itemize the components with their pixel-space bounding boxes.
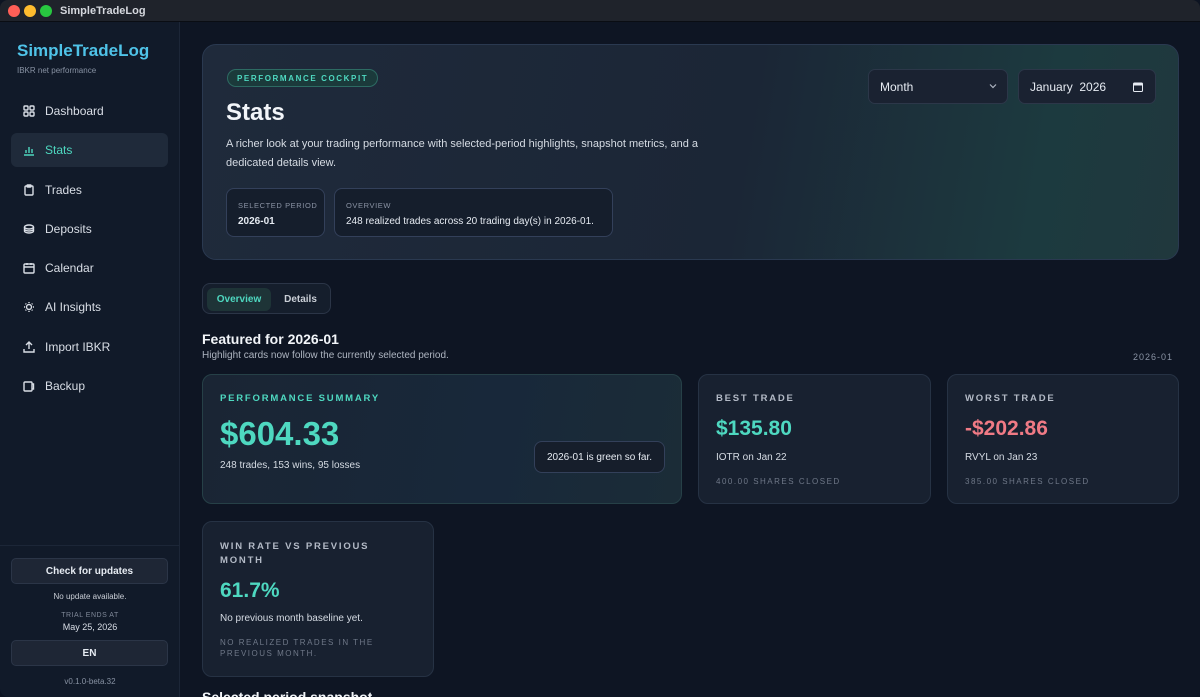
calendar-picker-icon[interactable]: [1133, 82, 1143, 92]
sidebar-item-calendar[interactable]: Calendar: [11, 251, 168, 285]
hero-panel: PERFORMANCE COCKPIT Stats A richer look …: [202, 44, 1179, 260]
sidebar-item-label: Deposits: [45, 221, 92, 236]
view-tabs: Overview Details: [202, 283, 331, 314]
worst-trade-value: -$202.86: [965, 417, 1048, 440]
lightbulb-icon: [23, 301, 35, 313]
language-button[interactable]: EN: [11, 640, 168, 666]
trial-label: TRIAL ENDS AT: [61, 612, 119, 619]
selected-period-label: SELECTED PERIOD: [238, 201, 318, 210]
title-bar: SimpleTradeLog: [0, 0, 1200, 22]
performance-summary-card: PERFORMANCE SUMMARY $604.33 248 trades, …: [202, 374, 682, 504]
date-value: January 2026: [1030, 79, 1107, 94]
brand-subtitle: IBKR net performance: [17, 66, 97, 75]
featured-subtitle: Highlight cards now follow the currently…: [202, 350, 449, 361]
best-trade-symbol: IOTR on Jan 22: [716, 452, 787, 463]
sidebar-item-dashboard[interactable]: Dashboard: [11, 94, 168, 128]
page-title: Stats: [226, 99, 285, 126]
trial-date: May 25, 2026: [62, 622, 118, 632]
window-title: SimpleTradeLog: [60, 5, 146, 17]
win-rate-card: WIN RATE VS PREVIOUS MONTH 61.7% No prev…: [202, 521, 434, 677]
worst-trade-card: WORST TRADE -$202.86 RVYL on Jan 23 385.…: [947, 374, 1179, 504]
trades-summary: 248 trades, 153 wins, 95 losses: [220, 460, 361, 471]
featured-title: Featured for 2026-01: [202, 331, 339, 347]
status-badge: 2026-01 is green so far.: [534, 441, 665, 473]
worst-trade-shares: 385.00 SHARES CLOSED: [965, 477, 1090, 486]
close-window-button[interactable]: [8, 5, 20, 17]
sidebar-item-deposits[interactable]: Deposits: [11, 212, 168, 246]
sidebar-item-trades[interactable]: Trades: [11, 173, 168, 207]
app-version: v0.1.0-beta.32: [64, 677, 116, 686]
calendar-icon: [23, 262, 35, 274]
sidebar-footer: Check for updates No update available. T…: [0, 545, 180, 697]
upload-icon: [23, 340, 35, 353]
sidebar: SimpleTradeLog IBKR net performance Dash…: [0, 22, 180, 697]
backup-icon: [23, 380, 35, 392]
grid-icon: [23, 105, 35, 117]
card-label: WORST TRADE: [965, 393, 1056, 404]
sidebar-item-backup[interactable]: Backup: [11, 369, 168, 403]
tab-overview[interactable]: Overview: [207, 288, 271, 311]
sidebar-item-label: Calendar: [45, 261, 94, 276]
minimize-window-button[interactable]: [24, 5, 36, 17]
card-label: WIN RATE VS PREVIOUS MONTH: [220, 541, 370, 566]
coins-icon: [23, 223, 35, 235]
best-trade-shares: 400.00 SHARES CLOSED: [716, 477, 841, 486]
overview-label: OVERVIEW: [346, 201, 392, 210]
clipboard-icon: [23, 183, 35, 196]
sidebar-item-ai-insights[interactable]: AI Insights: [11, 290, 168, 324]
featured-period: 2026-01: [1133, 352, 1174, 362]
hero-badge: PERFORMANCE COCKPIT: [227, 69, 379, 87]
sidebar-item-label: Dashboard: [45, 104, 104, 118]
brand-title: SimpleTradeLog: [17, 41, 150, 60]
app-window: SimpleTradeLog SimpleTradeLog IBKR net p…: [0, 0, 1200, 697]
win-rate-value: 61.7%: [220, 579, 280, 602]
snapshot-section-title: Selected period snapshot: [202, 690, 372, 697]
net-pnl-value: $604.33: [220, 415, 340, 452]
win-rate-note: NO REALIZED TRADES IN THE PREVIOUS MONTH…: [220, 638, 374, 658]
overview-value: 248 realized trades across 20 trading da…: [346, 216, 594, 227]
month-date-input[interactable]: January 2026: [1018, 69, 1156, 104]
period-select[interactable]: Month: [868, 69, 1008, 104]
tab-details[interactable]: Details: [273, 288, 328, 311]
sidebar-item-label: Stats: [45, 143, 73, 158]
win-rate-comparison: No previous month baseline yet.: [220, 613, 363, 624]
worst-trade-symbol: RVYL on Jan 23: [965, 452, 1038, 463]
selected-period-box: SELECTED PERIOD 2026-01: [226, 188, 325, 237]
update-status: No update available.: [53, 592, 127, 601]
hero-description: A richer look at your trading performanc…: [226, 138, 699, 169]
chevron-down-icon: [989, 84, 997, 89]
sidebar-item-label: Trades: [45, 182, 82, 197]
check-updates-button[interactable]: Check for updates: [11, 558, 168, 584]
sidebar-item-label: Import IBKR: [45, 339, 111, 354]
card-label: PERFORMANCE SUMMARY: [220, 393, 380, 404]
best-trade-value: $135.80: [716, 417, 792, 440]
sidebar-item-import-ibkr[interactable]: Import IBKR: [11, 330, 168, 364]
selected-period-value: 2026-01: [238, 216, 275, 227]
sidebar-item-label: Backup: [45, 379, 86, 394]
zoom-window-button[interactable]: [40, 5, 52, 17]
sidebar-item-label: AI Insights: [45, 300, 102, 315]
overview-box: OVERVIEW 248 realized trades across 20 t…: [334, 188, 613, 237]
period-select-value: Month: [880, 79, 914, 94]
sidebar-item-stats[interactable]: Stats: [11, 133, 168, 168]
card-label: BEST TRADE: [716, 393, 795, 404]
best-trade-card: BEST TRADE $135.80 IOTR on Jan 22 400.00…: [698, 374, 931, 504]
sidebar-nav: Dashboard Stats Trades Deposits Calendar…: [11, 94, 168, 408]
bar-chart-icon: [23, 144, 35, 156]
